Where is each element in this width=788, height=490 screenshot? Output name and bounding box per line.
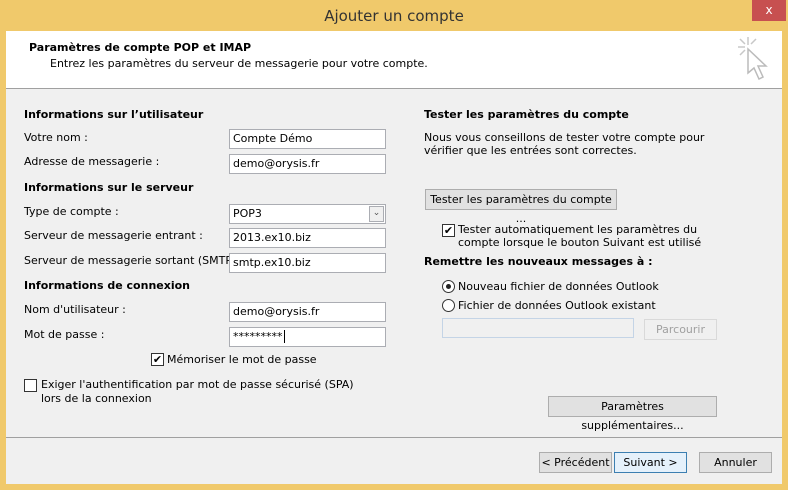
remember-password-label: Mémoriser le mot de passe: [167, 353, 317, 366]
account-type-select[interactable]: POP3 ⌄: [229, 204, 386, 224]
email-input[interactable]: demo@orysis.fr: [229, 154, 386, 174]
user-section-heading: Informations sur l’utilisateur: [24, 108, 204, 121]
username-label: Nom d'utilisateur :: [24, 303, 126, 316]
dialog-body: Paramètres de compte POP et IMAP Entrez …: [6, 31, 782, 484]
username-input[interactable]: demo@orysis.fr: [229, 302, 386, 322]
test-section-heading: Tester les paramètres du compte: [424, 108, 629, 121]
password-value: *********: [233, 330, 283, 343]
spa-label-line2: lors de la connexion: [41, 392, 152, 405]
browse-button[interactable]: Parcourir: [644, 319, 717, 340]
auto-test-label-line2: compte lorsque le bouton Suivant est uti…: [458, 236, 702, 249]
email-label: Adresse de messagerie :: [24, 155, 160, 168]
password-input[interactable]: *********: [229, 327, 386, 347]
auto-test-checkbox[interactable]: ✔: [442, 224, 455, 237]
more-settings-button[interactable]: Paramètres supplémentaires...: [548, 396, 717, 432]
account-type-label: Type de compte :: [24, 205, 119, 218]
existing-data-file-label: Fichier de données Outlook existant: [458, 299, 656, 312]
outgoing-server-input[interactable]: smtp.ex10.biz: [229, 253, 386, 273]
new-data-file-label: Nouveau fichier de données Outlook: [458, 280, 659, 293]
server-section-heading: Informations sur le serveur: [24, 181, 194, 194]
new-data-file-radio[interactable]: [442, 280, 455, 293]
cursor-click-icon: [738, 37, 768, 81]
password-label: Mot de passe :: [24, 328, 105, 341]
cancel-button[interactable]: Annuler: [699, 452, 772, 473]
remember-password-checkbox[interactable]: ✔: [151, 353, 164, 366]
test-description: Nous vous conseillons de tester votre co…: [424, 131, 705, 144]
account-type-value: POP3: [233, 207, 262, 220]
spa-checkbox[interactable]: [24, 379, 37, 392]
window-title: Ajouter un compte: [324, 7, 464, 25]
auto-test-label: Tester automatiquement les paramètres du: [458, 223, 698, 236]
close-button[interactable]: x: [752, 0, 786, 21]
deliver-section-heading: Remettre les nouveaux messages à :: [424, 255, 653, 268]
test-account-button[interactable]: Tester les paramètres du compte ...: [425, 189, 617, 225]
outgoing-server-label: Serveur de messagerie sortant (SMTP) :: [24, 254, 244, 267]
incoming-server-label: Serveur de messagerie entrant :: [24, 229, 203, 242]
back-button[interactable]: < Précédent: [539, 452, 612, 473]
footer-divider: [6, 437, 782, 438]
name-label: Votre nom :: [24, 131, 88, 144]
test-description-line2: vérifier que les entrées sont correctes.: [424, 144, 637, 157]
header-subtitle: Entrez les paramètres du serveur de mess…: [50, 57, 428, 70]
header-title: Paramètres de compte POP et IMAP: [29, 41, 252, 54]
dialog-header: Paramètres de compte POP et IMAP Entrez …: [6, 31, 782, 89]
spa-label: Exiger l'authentification par mot de pas…: [41, 378, 354, 391]
login-section-heading: Informations de connexion: [24, 279, 190, 292]
next-button[interactable]: Suivant >: [614, 452, 687, 473]
existing-data-file-radio[interactable]: [442, 299, 455, 312]
name-input[interactable]: Compte Démo: [229, 129, 386, 149]
chevron-down-icon[interactable]: ⌄: [369, 206, 384, 222]
incoming-server-input[interactable]: 2013.ex10.biz: [229, 228, 386, 248]
data-file-path-input[interactable]: [442, 318, 634, 338]
